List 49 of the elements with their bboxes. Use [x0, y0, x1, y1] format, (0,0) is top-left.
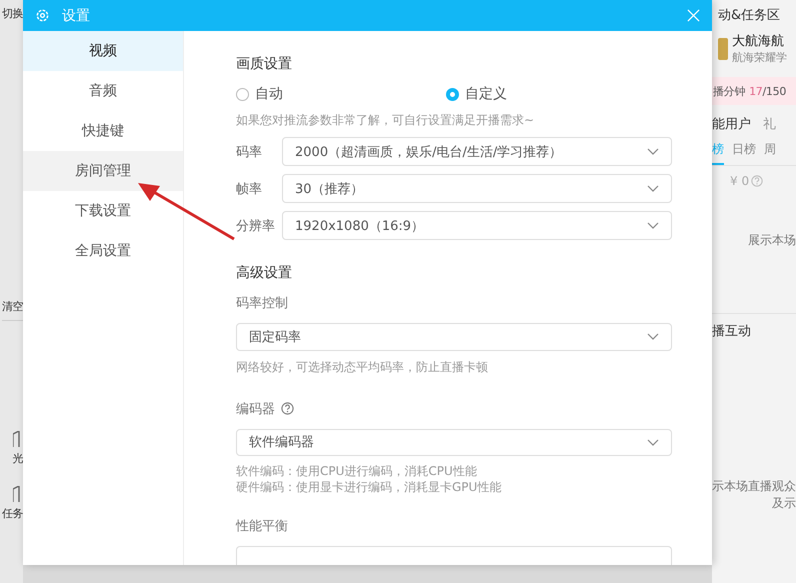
settings-icon: [35, 8, 50, 23]
progress-count: 17: [749, 84, 763, 98]
hint-text: 软件编码：使用CPU进行编码，消耗CPU性能: [236, 463, 478, 480]
sidebar-item[interactable]: 下载设置: [23, 191, 183, 231]
amount-text: ¥ 0: [730, 174, 750, 188]
dropdown[interactable]: 2000（超清画质，娱乐/电台/生活/学习推荐）: [282, 137, 672, 166]
window-title: 设置: [62, 6, 90, 24]
help-icon[interactable]: [281, 402, 294, 416]
section-title: 画质设置: [236, 55, 292, 73]
empty-text: 展示本场: [748, 232, 796, 249]
chevron-icon: [647, 333, 659, 340]
sidebar-item[interactable]: 音频: [23, 71, 183, 111]
chevron-icon: [647, 185, 659, 192]
chevron-icon: [647, 438, 659, 446]
note-text: 示本场直播观众: [712, 478, 796, 495]
section-title: 播互动: [712, 313, 796, 340]
field-label: 码率: [236, 144, 263, 160]
radio-option[interactable]: 自动: [236, 85, 446, 103]
field-label: 编码器: [236, 400, 275, 418]
nav-label[interactable]: 任务: [2, 506, 23, 521]
field-label: 码率控制: [236, 295, 288, 312]
hint-text: 网络较好，可选择动态平均码率，防止直播卡顿: [236, 358, 488, 376]
progress-label: 播分钟: [713, 84, 746, 98]
dropdown[interactable]: 1920x1080（16:9）: [282, 211, 672, 240]
nav-label[interactable]: 光: [12, 451, 23, 466]
badge-title: 大航海航: [732, 33, 785, 50]
chevron-icon: [647, 148, 659, 155]
switch-label[interactable]: 切换: [2, 6, 23, 21]
hint-text: 硬件编码：使用显卡进行编码，消耗显卡GPU性能: [236, 479, 502, 496]
sidebar-item[interactable]: 房间管理: [23, 151, 183, 191]
tab[interactable]: 能用户: [712, 115, 751, 133]
close-icon[interactable]: [687, 9, 700, 22]
section-title: 高级设置: [236, 264, 292, 282]
panel-header: 动&任务区: [718, 7, 782, 24]
field-label: 帧率: [236, 180, 263, 198]
field-label: 分辨率: [236, 218, 276, 234]
sidebar-item[interactable]: 全局设置: [23, 231, 183, 271]
dropdown[interactable]: 30（推荐）: [282, 174, 672, 203]
dropdown[interactable]: 软件编码器: [236, 428, 672, 456]
field-label: 性能平衡: [236, 518, 288, 536]
progress-total: /150: [762, 84, 786, 98]
sidebar-item[interactable]: 视频: [23, 31, 183, 71]
radio-option[interactable]: 自定义: [446, 85, 656, 103]
hint-text: 如果您对推流参数非常了解，可自行设置满足开播需求~: [236, 112, 534, 129]
sidebar-item[interactable]: 快捷键: [23, 111, 183, 151]
chevron-icon: [647, 222, 659, 229]
badge-subtitle: 航海荣耀学: [732, 50, 787, 65]
note-text: 及示: [772, 495, 796, 512]
dropdown[interactable]: 固定码率: [236, 323, 672, 351]
